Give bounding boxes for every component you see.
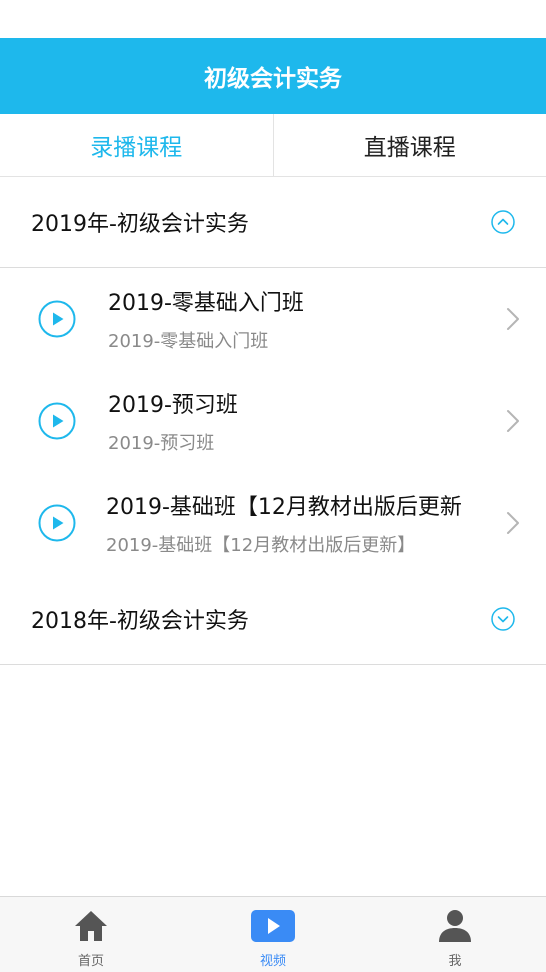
home-icon <box>68 906 114 946</box>
nav-home[interactable]: 首页 <box>0 897 182 972</box>
list-item[interactable]: 2019-零基础入门班 2019-零基础入门班 <box>0 268 546 370</box>
group-header-2018[interactable]: 2018年-初级会计实务 <box>0 574 546 665</box>
chevron-right-icon <box>506 511 520 535</box>
nav-label: 首页 <box>77 954 104 969</box>
play-circle-icon <box>38 402 76 440</box>
course-text: 2019-零基础入门班 2019-零基础入门班 <box>108 285 486 353</box>
status-bar-area <box>0 0 546 38</box>
course-text: 2019-预习班 2019-预习班 <box>108 387 486 455</box>
course-title: 2019-零基础入门班 <box>108 291 304 316</box>
course-subtitle: 2019-预习班 <box>108 433 215 454</box>
nav-video[interactable]: 视频 <box>182 897 364 972</box>
tab-label: 录播课程 <box>90 135 183 161</box>
tab-recorded-courses[interactable]: 录播课程 <box>0 114 273 176</box>
app-header: 初级会计实务 <box>0 38 546 114</box>
chevron-up-circle-icon <box>491 210 515 234</box>
user-icon <box>432 906 478 946</box>
play-circle-icon <box>38 504 76 542</box>
tab-label: 直播课程 <box>363 135 456 161</box>
tab-live-courses[interactable]: 直播课程 <box>274 114 546 176</box>
course-subtitle: 2019-零基础入门班 <box>108 331 269 352</box>
group-title: 2018年-初级会计实务 <box>31 609 249 634</box>
course-title: 2019-预习班 <box>108 393 238 418</box>
chevron-right-icon <box>506 307 520 331</box>
group-header-2019[interactable]: 2019年-初级会计实务 <box>0 177 546 268</box>
list-item[interactable]: 2019-预习班 2019-预习班 <box>0 370 546 472</box>
course-text: 2019-基础班【12月教材出版后更新 2019-基础班【12月教材出版后更新】 <box>106 489 486 557</box>
chevron-right-icon <box>506 409 520 433</box>
course-title: 2019-基础班【12月教材出版后更新 <box>106 495 462 520</box>
page-title: 初级会计实务 <box>204 66 342 92</box>
nav-label: 视频 <box>259 954 286 969</box>
bottom-nav: 首页 视频 我 <box>0 896 546 972</box>
list-item[interactable]: 2019-基础班【12月教材出版后更新 2019-基础班【12月教材出版后更新】 <box>0 472 546 574</box>
group-title: 2019年-初级会计实务 <box>31 212 249 237</box>
nav-me[interactable]: 我 <box>364 897 546 972</box>
nav-label: 我 <box>448 954 462 969</box>
course-subtitle: 2019-基础班【12月教材出版后更新】 <box>106 535 416 556</box>
play-circle-icon <box>38 300 76 338</box>
course-list: 2019-零基础入门班 2019-零基础入门班 2019-预习班 2019-预习… <box>0 268 546 574</box>
video-play-icon <box>250 906 296 946</box>
course-type-tabs: 录播课程 直播课程 <box>0 114 546 177</box>
chevron-down-circle-icon <box>491 607 515 631</box>
